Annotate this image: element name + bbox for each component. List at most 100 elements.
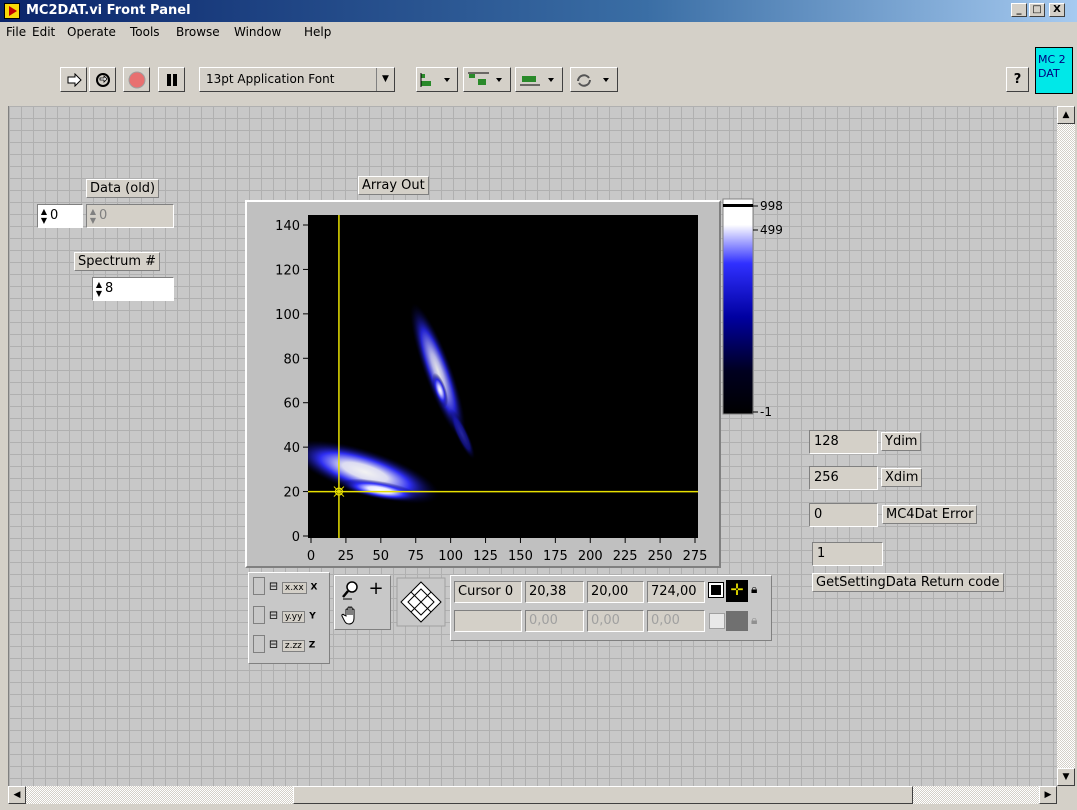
x-tick-label: 150 [508,549,533,564]
menu-help[interactable]: Help [304,25,331,39]
getsetting-return-indicator: 1 [812,542,883,566]
labview-vi-icon [4,3,20,19]
scale-legend: ⊟ x.xx X ⊟ y.yy Y ⊟ z.zz Z [248,572,330,664]
y-format-button[interactable]: y.yy [281,610,306,623]
scroll-up-icon[interactable]: ▲ [1057,106,1075,124]
spectrum-field[interactable]: ▲ ▼ 8 [92,277,174,301]
stepper-icon[interactable]: ▲ ▼ [88,207,98,225]
abort-icon[interactable] [123,67,150,92]
scale-row-y[interactable]: ⊟ y.yy Y [253,606,316,624]
menu-browse[interactable]: Browse [176,25,220,39]
menu-browse-label: Browse [176,25,220,39]
align-icon[interactable] [416,67,458,92]
menu-help-label: Help [304,25,332,39]
cursor-0-name[interactable]: Cursor 0 [454,581,522,603]
x-tick-label: 200 [578,549,603,564]
menu-operate-label: Operate [67,25,116,39]
cursor-0-lock-icon[interactable]: 🔒︎ [751,582,765,600]
mc4dat-error-label: MC4Dat Error [882,505,978,524]
cursor-0-y[interactable]: 20,00 [587,581,644,603]
x-tick-label: 100 [438,549,463,564]
maximize-button[interactable]: □ [1029,3,1045,17]
color-tick-label: 499 [760,223,783,237]
x-tick-label: 125 [473,549,498,564]
x-tick-label: 50 [373,549,390,564]
horizontal-scrollbar[interactable]: ◀ ▶ [8,786,1057,804]
scroll-down-icon[interactable]: ▼ [1057,768,1075,786]
crosshair-icon[interactable]: + [365,579,387,601]
intensity-graph-svg: 140120100806040200 0 25 50 75 100 125 150 175 20… [275,198,783,564]
scale-row-z[interactable]: ⊟ z.zz Z [253,635,315,653]
ydim-label: Ydim [881,432,922,451]
window-title: MC2DAT.vi Front Panel [26,3,191,18]
zoom-icon[interactable] [340,579,362,601]
run-continuous-icon[interactable] [89,67,116,92]
stepper-icon[interactable]: ▲ ▼ [94,280,104,298]
cursor-legend: Cursor 0 20,38 20,00 724,00 ✛ 🔒︎ 0,00 0,… [450,575,772,641]
menu-window-label: Window [234,25,282,39]
menu-file[interactable]: File [6,25,26,39]
cursor-1-lock-icon[interactable]: 🔒︎ [751,613,765,631]
x-tick-label: 25 [338,549,355,564]
scroll-right-icon[interactable]: ▶ [1039,786,1057,804]
data-old-index[interactable]: ▲ ▼ 0 [37,204,83,228]
cursor-1-z[interactable]: 0,00 [647,610,705,632]
pan-hand-icon[interactable] [340,604,362,626]
y-tick-label: 140 [275,219,300,234]
scroll-left-icon[interactable]: ◀ [8,786,26,804]
cursor-1-x[interactable]: 0,00 [525,610,584,632]
menu-operate[interactable]: Operate [67,25,116,39]
help-icon[interactable]: ? [1006,67,1029,92]
y-axis-letter: Y [309,611,316,622]
reorder-icon[interactable] [570,67,618,92]
cursor-0-color-swatch[interactable] [708,582,724,598]
color-tick-label: 998 [760,199,783,213]
horizontal-scroll-thumb[interactable] [293,786,913,804]
menu-edit[interactable]: Edit [32,25,55,39]
color-scale-bar[interactable] [722,198,754,415]
color-scale-marker [723,204,753,207]
z-format-button[interactable]: z.zz [281,639,305,652]
cursor-1-color-swatch[interactable] [709,613,725,629]
size-grip-icon[interactable] [1057,786,1075,804]
cursor-1-name[interactable] [454,610,522,632]
cursor-mover-icon[interactable] [396,577,446,627]
y-tick-label: 120 [275,263,300,278]
data-old-index-value: 0 [50,208,59,223]
menu-window[interactable]: Window [234,25,281,39]
close-button[interactable]: X [1049,3,1065,17]
y-tick-label: 20 [283,486,300,501]
menu-file-label: File [6,25,27,39]
pause-icon[interactable] [158,67,185,92]
resize-icon[interactable] [515,67,563,92]
mc4dat-error-indicator: 0 [809,503,878,527]
font-ring-label: 13pt Application Font [206,72,335,86]
minimize-button[interactable]: _ [1011,3,1027,17]
chevron-down-icon: ▼ [376,68,394,91]
cursor-1-style-icon[interactable] [726,611,748,631]
cursor-1-y[interactable]: 0,00 [587,610,644,632]
menu-edit-label: Edit [32,25,56,39]
scale-row-x[interactable]: ⊟ x.xx X [253,577,318,595]
vi-icon-pane: MC 2 DAT [1035,47,1073,94]
x-tick-label: 250 [648,549,673,564]
x-axis-letter: X [310,582,318,593]
menu-tools[interactable]: Tools [130,25,160,39]
distribute-icon[interactable] [463,67,511,92]
color-tick-label: -1 [760,405,772,419]
cursor-0-z[interactable]: 724,00 [647,581,705,603]
cursor-0-x[interactable]: 20,38 [525,581,584,603]
stepper-icon[interactable]: ▲ ▼ [39,207,49,225]
font-ring[interactable]: 13pt Application Font ▼ [199,67,395,92]
cursor-0-style-icon[interactable]: ✛ [726,580,748,602]
data-old-value-field[interactable]: ▲ ▼ 0 [86,204,174,228]
run-arrow-icon[interactable] [60,67,87,92]
color-scale-axis: 998 499 -1 [753,199,783,419]
z-axis-letter: Z [308,640,316,651]
y-tick-label: 100 [275,308,300,323]
y-tick-label: 40 [283,441,300,456]
vertical-scrollbar[interactable]: ▲ ▼ [1057,106,1075,786]
x-format-button[interactable]: x.xx [281,581,307,594]
y-axis: 140 120 100 80 60 40 20 0 [275,219,308,545]
x-scale-lock-icon: ⊟ [268,579,279,593]
